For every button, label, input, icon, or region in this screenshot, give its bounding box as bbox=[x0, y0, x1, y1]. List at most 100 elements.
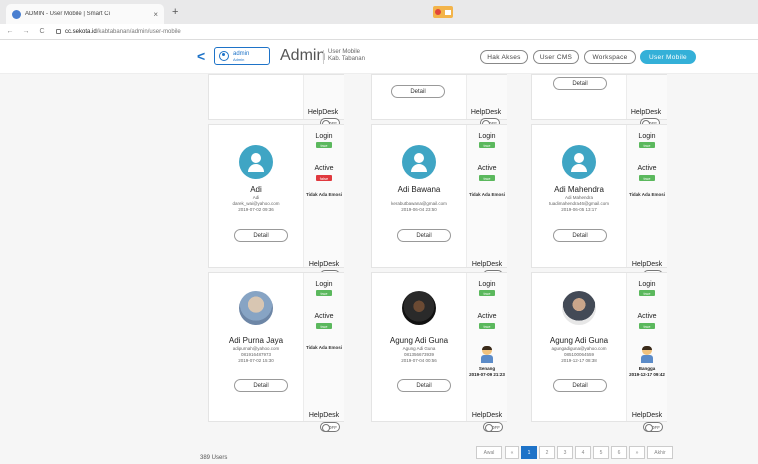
user-date: 2019-07-04 00:56 bbox=[401, 358, 437, 363]
new-tab-button[interactable]: + bbox=[172, 6, 178, 18]
favicon-icon bbox=[12, 9, 21, 19]
menu-workspace-button[interactable]: Workspace bbox=[584, 50, 636, 64]
user-date: 2019-07-02 09:36 bbox=[238, 207, 274, 212]
detail-button[interactable]: Detail bbox=[397, 379, 451, 392]
user-card-partial: HelpDesk bbox=[208, 74, 344, 120]
helpdesk-toggle[interactable]: OFF bbox=[320, 422, 340, 432]
pagination-nav-button[interactable]: « bbox=[505, 446, 519, 459]
detail-button[interactable]: Detail bbox=[234, 379, 288, 392]
user-contact: darek_wai@yahoo.com bbox=[232, 201, 280, 206]
user-info-line: agungadiguna@yahoo.com bbox=[551, 346, 607, 351]
active-status-badge: true bbox=[639, 175, 655, 181]
pagination-nav-button[interactable]: Awal bbox=[476, 446, 502, 459]
login-label: Login bbox=[478, 281, 496, 288]
user-card: Adi Purna Jaya adipurnah@yahoo.com 0819164… bbox=[208, 272, 344, 422]
user-card-partial: Detail HelpDesk bbox=[371, 74, 507, 120]
helpdesk-label: HelpDesk bbox=[308, 261, 340, 268]
menu-hak-akses-button[interactable]: Hak Akses bbox=[480, 50, 528, 64]
pagination-nav-button[interactable]: » bbox=[629, 446, 645, 459]
back-arrow-icon[interactable]: ← bbox=[4, 28, 16, 35]
close-tab-icon[interactable]: × bbox=[153, 10, 158, 19]
avatar bbox=[562, 291, 596, 325]
page-title: Admin bbox=[280, 47, 326, 64]
helpdesk-label: HelpDesk bbox=[471, 412, 503, 419]
active-label: Active bbox=[314, 313, 334, 320]
user-count: 389 Users bbox=[200, 455, 228, 461]
active-label: Active bbox=[314, 165, 334, 172]
helpdesk-label: HelpDesk bbox=[471, 261, 503, 268]
user-role: Admin bbox=[233, 56, 245, 62]
detail-button[interactable]: Detail bbox=[391, 85, 445, 98]
user-name: Agung Adi Guna bbox=[389, 336, 449, 345]
user-contact: 081356673939 bbox=[403, 352, 435, 357]
pagination-page-button[interactable]: 6 bbox=[611, 446, 627, 459]
helpdesk-label: HelpDesk bbox=[470, 109, 502, 116]
menu-user-mobile-button[interactable]: User Mobile bbox=[640, 50, 696, 64]
user-icon bbox=[219, 51, 229, 61]
login-status-badge: true bbox=[479, 290, 495, 296]
login-status-badge: true bbox=[639, 142, 655, 148]
pagination-nav-button[interactable]: Akhir bbox=[647, 446, 673, 459]
user-card: Adi Bawana kerabutbawana@gmail.com 2019-06… bbox=[371, 124, 507, 268]
url-field[interactable]: cc.sekota.id/kabtabanan/admin/user-mobil… bbox=[56, 29, 181, 35]
active-label: Active bbox=[637, 165, 657, 172]
emotion-label: Senang bbox=[478, 366, 496, 371]
emotion-status: Tidak Ada Emosi bbox=[468, 192, 505, 197]
chevron-left-icon[interactable]: < bbox=[197, 48, 205, 64]
address-bar: ← → C cc.sekota.id/kabtabanan/admin/user… bbox=[0, 24, 758, 40]
title-divider bbox=[323, 50, 324, 64]
avatar bbox=[239, 291, 273, 325]
detail-button[interactable]: Detail bbox=[553, 379, 607, 392]
user-card-partial: Detail HelpDesk bbox=[531, 74, 667, 120]
user-contact: kerabutbawana@gmail.com bbox=[391, 201, 447, 206]
avatar bbox=[402, 291, 436, 325]
active-label: Active bbox=[477, 313, 497, 320]
user-date: 2019-06-05 13:17 bbox=[561, 207, 597, 212]
pagination-page-button[interactable]: 2 bbox=[539, 446, 555, 459]
app-header: < admin Admin Admin User Mobile Kab. Tab… bbox=[0, 40, 758, 74]
helpdesk-label: HelpDesk bbox=[307, 109, 339, 116]
login-status-badge: true bbox=[479, 142, 495, 148]
emotion-date: 2019-07-09 21:23 bbox=[469, 372, 505, 377]
avatar bbox=[402, 145, 436, 179]
pagination-page-button[interactable]: 5 bbox=[593, 446, 609, 459]
login-status-badge: true bbox=[316, 142, 332, 148]
forward-arrow-icon[interactable]: → bbox=[20, 28, 32, 35]
emotion-avatar-icon bbox=[480, 346, 494, 364]
helpdesk-toggle[interactable]: OFF bbox=[643, 422, 663, 432]
pagination-page-button[interactable]: 3 bbox=[557, 446, 573, 459]
pagination-page-button[interactable]: 1 bbox=[521, 446, 537, 459]
user-info-line: Agung Adi Guna bbox=[402, 346, 436, 351]
login-label: Login bbox=[638, 281, 656, 288]
user-contact: tuadimahendra46@gmail.com bbox=[548, 201, 610, 206]
reload-icon[interactable]: C bbox=[36, 28, 48, 35]
user-menu-button[interactable]: admin Admin bbox=[214, 47, 270, 65]
helpdesk-toggle[interactable]: OFF bbox=[483, 422, 503, 432]
user-name: Agung Adi Guna bbox=[549, 336, 609, 345]
pagination-page-button[interactable]: 4 bbox=[575, 446, 591, 459]
helpdesk-label: HelpDesk bbox=[308, 412, 340, 419]
login-label: Login bbox=[638, 133, 656, 140]
helpdesk-label: HelpDesk bbox=[631, 261, 663, 268]
active-status-badge: false bbox=[316, 175, 332, 181]
active-status-badge: true bbox=[639, 323, 655, 329]
emotion-status: Tidak Ada Emosi bbox=[305, 192, 342, 197]
detail-button[interactable]: Detail bbox=[553, 229, 607, 242]
detail-button[interactable]: Detail bbox=[234, 229, 288, 242]
detail-button[interactable]: Detail bbox=[397, 229, 451, 242]
helpdesk-label: HelpDesk bbox=[631, 412, 663, 419]
active-status-badge: true bbox=[479, 175, 495, 181]
page-subtitle: User Mobile Kab. Tabanan bbox=[328, 49, 365, 62]
emotion-status: Tidak Ada Emosi bbox=[628, 192, 665, 197]
extension-icon[interactable] bbox=[433, 6, 453, 18]
browser-tab[interactable]: ADMIN - User Mobile | Smart Ci × bbox=[6, 4, 164, 24]
user-contact: 081916487973 bbox=[240, 352, 272, 357]
login-label: Login bbox=[315, 133, 333, 140]
menu-user-cms-button[interactable]: User CMS bbox=[533, 50, 579, 64]
detail-button[interactable]: Detail bbox=[553, 77, 607, 90]
tab-title: ADMIN - User Mobile | Smart Ci bbox=[25, 11, 110, 17]
user-card: Agung Adi Guna Agung Adi Guna 081356673939… bbox=[371, 272, 507, 422]
emotion-label: Bangga bbox=[638, 366, 656, 371]
user-name: admin bbox=[233, 50, 250, 57]
login-status-badge: true bbox=[316, 290, 332, 296]
